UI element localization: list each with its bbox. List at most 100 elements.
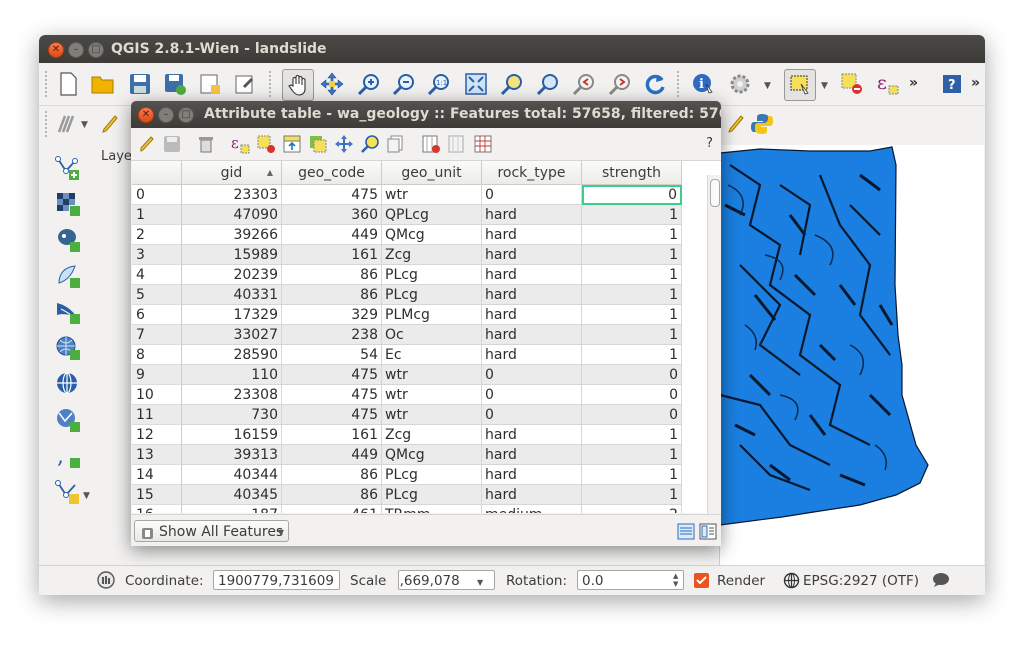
table-cell-geo-code[interactable]: 449 xyxy=(282,225,382,245)
scale-dropdown-arrow-icon[interactable]: ▼ xyxy=(477,578,483,587)
row-header[interactable]: 12 xyxy=(132,425,182,445)
table-row[interactable]: 14 40344 86 PLcg hard 1 xyxy=(132,465,682,485)
run-feature-action-icon[interactable] xyxy=(727,71,753,97)
table-cell-rock-type[interactable]: 0 xyxy=(482,365,582,385)
composer-manager-icon[interactable] xyxy=(232,71,258,97)
deselect-features-icon[interactable] xyxy=(839,71,865,97)
row-header[interactable]: 10 xyxy=(132,385,182,405)
column-header-geo-code[interactable]: geo_code xyxy=(282,161,382,185)
row-header[interactable]: 1 xyxy=(132,205,182,225)
table-cell-geo-unit[interactable]: wtr xyxy=(382,385,482,405)
table-row[interactable]: 1 47090 360 QPLcg hard 1 xyxy=(132,205,682,225)
table-cell-gid[interactable]: 40345 xyxy=(182,485,282,505)
table-cell-strength[interactable]: 2 xyxy=(582,505,682,513)
table-cell-strength[interactable]: 1 xyxy=(582,445,682,465)
row-header[interactable]: 9 xyxy=(132,365,182,385)
crs-status-icon[interactable] xyxy=(783,572,800,593)
table-cell-strength[interactable]: 1 xyxy=(582,485,682,505)
table-cell-geo-unit[interactable]: QPLcg xyxy=(382,205,482,225)
save-project-icon[interactable] xyxy=(127,71,153,97)
add-wfs-layer-icon[interactable] xyxy=(55,407,81,433)
table-cell-geo-unit[interactable]: TRmm xyxy=(382,505,482,513)
table-cell-geo-unit[interactable]: PLcg xyxy=(382,265,482,285)
table-cell-geo-code[interactable]: 475 xyxy=(282,365,382,385)
table-cell-rock-type[interactable]: 0 xyxy=(482,185,582,205)
zoom-to-layer-icon[interactable] xyxy=(535,71,561,97)
table-cell-rock-type[interactable]: hard xyxy=(482,485,582,505)
save-as-icon[interactable] xyxy=(162,71,188,97)
add-raster-layer-icon[interactable] xyxy=(55,191,81,217)
table-row[interactable]: 11 730 475 wtr 0 0 xyxy=(132,405,682,425)
table-cell-geo-unit[interactable]: QMcg xyxy=(382,445,482,465)
open-field-calculator-icon[interactable] xyxy=(470,131,496,157)
table-cell-strength[interactable]: 1 xyxy=(582,285,682,305)
select-features-icon[interactable] xyxy=(784,69,816,101)
table-cell-strength[interactable]: 0 xyxy=(582,385,682,405)
row-header[interactable]: 7 xyxy=(132,325,182,345)
table-cell-geo-code[interactable]: 475 xyxy=(282,405,382,425)
add-mssql-layer-icon[interactable] xyxy=(55,299,81,325)
toolbar-handle[interactable] xyxy=(269,71,275,97)
toolbar-handle[interactable] xyxy=(677,71,683,97)
table-cell-rock-type[interactable]: hard xyxy=(482,425,582,445)
form-view-icon[interactable] xyxy=(699,523,717,544)
delete-column-icon[interactable] xyxy=(418,131,444,157)
table-cell-geo-code[interactable]: 238 xyxy=(282,325,382,345)
table-cell-gid[interactable]: 39266 xyxy=(182,225,282,245)
table-cell-rock-type[interactable]: hard xyxy=(482,465,582,485)
zoom-last-icon[interactable] xyxy=(571,71,597,97)
new-project-icon[interactable] xyxy=(55,71,81,97)
table-row[interactable]: 12 16159 161 Zcg hard 1 xyxy=(132,425,682,445)
table-row[interactable]: 3 15989 161 Zcg hard 1 xyxy=(132,245,682,265)
table-cell-rock-type[interactable]: hard xyxy=(482,285,582,305)
table-cell-strength[interactable]: 1 xyxy=(582,325,682,345)
row-header[interactable]: 4 xyxy=(132,265,182,285)
table-cell-geo-code[interactable]: 54 xyxy=(282,345,382,365)
table-cell-gid[interactable]: 40344 xyxy=(182,465,282,485)
table-row[interactable]: 13 39313 449 QMcg hard 1 xyxy=(132,445,682,465)
maximize-attribute-table-button[interactable]: □ xyxy=(178,107,194,123)
table-cell-geo-unit[interactable]: PLcg xyxy=(382,465,482,485)
row-header[interactable]: 11 xyxy=(132,405,182,425)
table-cell-geo-code[interactable]: 461 xyxy=(282,505,382,513)
row-header[interactable]: 15 xyxy=(132,485,182,505)
column-header-strength[interactable]: strength xyxy=(582,161,682,185)
table-cell-geo-code[interactable]: 161 xyxy=(282,245,382,265)
corner-header[interactable] xyxy=(132,161,182,185)
table-row[interactable]: 2 39266 449 QMcg hard 1 xyxy=(132,225,682,245)
table-cell-strength[interactable]: 1 xyxy=(582,345,682,365)
open-project-icon[interactable] xyxy=(90,71,116,97)
table-cell-geo-code[interactable]: 475 xyxy=(282,185,382,205)
table-cell-gid[interactable]: 47090 xyxy=(182,205,282,225)
field-calculator-icon[interactable]: ε xyxy=(875,71,901,97)
table-cell-geo-unit[interactable]: Zcg xyxy=(382,245,482,265)
dropdown-arrow-icon[interactable]: ▼ xyxy=(81,120,88,130)
table-cell-gid[interactable]: 33027 xyxy=(182,325,282,345)
table-cell-rock-type[interactable]: hard xyxy=(482,205,582,225)
rotation-spinner-icon[interactable]: ▲ ▼ xyxy=(673,572,678,588)
table-cell-gid[interactable]: 28590 xyxy=(182,345,282,365)
add-wcs-layer-icon[interactable] xyxy=(55,371,81,397)
table-cell-rock-type[interactable]: hard xyxy=(482,305,582,325)
table-cell-geo-unit[interactable]: PLcg xyxy=(382,485,482,505)
table-cell-geo-unit[interactable]: QMcg xyxy=(382,225,482,245)
table-cell-strength[interactable]: 1 xyxy=(582,465,682,485)
table-row[interactable]: 10 23308 475 wtr 0 0 xyxy=(132,385,682,405)
table-cell-geo-code[interactable]: 475 xyxy=(282,385,382,405)
table-cell-gid[interactable]: 20239 xyxy=(182,265,282,285)
table-row[interactable]: 15 40345 86 PLcg hard 1 xyxy=(132,485,682,505)
row-header[interactable]: 5 xyxy=(132,285,182,305)
row-header[interactable]: 16 xyxy=(132,505,182,513)
refresh-icon[interactable] xyxy=(642,71,668,97)
new-print-composer-icon[interactable] xyxy=(197,71,223,97)
table-cell-strength[interactable]: 1 xyxy=(582,425,682,445)
table-cell-gid[interactable]: 23308 xyxy=(182,385,282,405)
select-by-expression-icon[interactable]: ε xyxy=(227,131,253,157)
toggle-editing-icon[interactable] xyxy=(97,111,123,137)
move-selection-to-top-icon[interactable] xyxy=(279,131,305,157)
add-delimited-text-layer-icon[interactable]: , xyxy=(55,443,81,469)
zoom-in-icon[interactable] xyxy=(356,71,382,97)
column-header-rock-type[interactable]: rock_type xyxy=(482,161,582,185)
toolbar-overflow-icon[interactable]: » xyxy=(909,75,918,91)
row-header[interactable]: 3 xyxy=(132,245,182,265)
